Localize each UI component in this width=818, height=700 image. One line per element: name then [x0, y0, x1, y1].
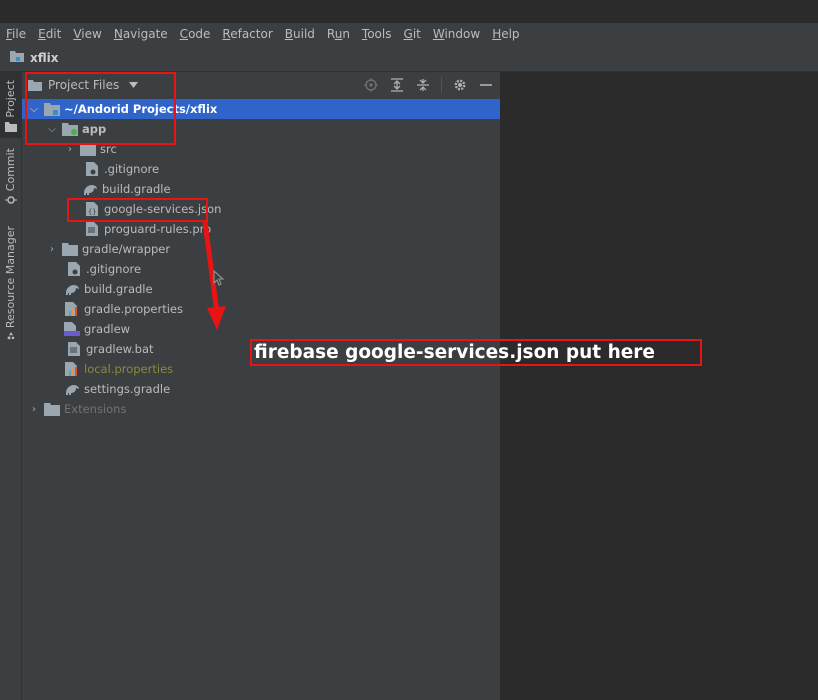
mouse-cursor-icon: [213, 270, 225, 286]
tree-item-label: build.gradle: [84, 282, 153, 296]
locate-icon[interactable]: [363, 77, 379, 93]
menu-bar: File Edit View Navigate Code Refactor Bu…: [0, 23, 818, 44]
menu-run[interactable]: Run: [321, 27, 356, 41]
resource-icon: [7, 332, 14, 340]
menu-build[interactable]: Build: [279, 27, 321, 41]
tree-item-label: .gitignore: [104, 162, 160, 176]
tree-item-gradle-properties[interactable]: gradle.properties: [22, 299, 500, 319]
tree-item-app-gitignore[interactable]: .gitignore: [22, 159, 500, 179]
menu-help[interactable]: Help: [486, 27, 525, 41]
gradle-icon: [82, 181, 98, 197]
tree-item-settings-gradle[interactable]: settings.gradle: [22, 379, 500, 399]
tab-project-label: Project: [4, 80, 17, 118]
breadcrumb-project[interactable]: xflix: [30, 51, 59, 65]
menu-file[interactable]: File: [0, 27, 32, 41]
chevron-right-icon[interactable]: ›: [64, 144, 76, 155]
editor-area[interactable]: [501, 72, 818, 700]
menu-tools[interactable]: Tools: [356, 27, 398, 41]
gear-icon[interactable]: [452, 77, 468, 93]
menu-navigate[interactable]: Navigate: [108, 27, 174, 41]
tree-item-label: gradle.properties: [84, 302, 183, 316]
minimize-icon[interactable]: [478, 77, 494, 93]
tree-item-gradle-wrapper[interactable]: › gradle/wrapper: [22, 239, 500, 259]
gitignore-file-icon: [66, 261, 82, 277]
title-bar: [0, 0, 818, 23]
tree-item-proguard[interactable]: proguard-rules.pro: [22, 219, 500, 239]
tree-item-label: .gitignore: [86, 262, 142, 276]
tab-resource-manager[interactable]: Resource Manager: [0, 226, 21, 340]
tree-item-extensions[interactable]: › Extensions: [22, 399, 500, 419]
tree-item-label: build.gradle: [102, 182, 171, 196]
menu-window[interactable]: Window: [427, 27, 486, 41]
tree-item-gradlew[interactable]: gradlew: [22, 319, 500, 339]
tree-item-label: gradlew: [84, 322, 131, 336]
properties-file-icon: [64, 301, 80, 317]
folder-icon: [62, 241, 78, 257]
menu-code[interactable]: Code: [174, 27, 217, 41]
chevron-right-icon[interactable]: ›: [28, 404, 40, 415]
gitignore-file-icon: [84, 161, 100, 177]
tree-item-gitignore[interactable]: .gitignore: [22, 259, 500, 279]
annotation-callout: firebase google-services.json put here: [250, 339, 702, 366]
tab-resource-manager-label: Resource Manager: [4, 226, 17, 329]
tree-item-build-gradle[interactable]: build.gradle: [22, 279, 500, 299]
collapse-all-icon[interactable]: [415, 77, 431, 93]
menu-git[interactable]: Git: [398, 27, 427, 41]
tab-commit-label: Commit: [4, 148, 17, 192]
annotation-box-google-services: [67, 198, 208, 222]
text-file-icon: [66, 341, 82, 357]
properties-file-icon: [64, 361, 80, 377]
folder-icon: [10, 50, 24, 65]
tool-window-strip: Project Commit Resource Manager: [0, 72, 22, 700]
text-file-icon: [84, 221, 100, 237]
commit-icon: [4, 196, 17, 204]
tab-commit[interactable]: Commit: [0, 148, 21, 208]
annotation-callout-text: firebase google-services.json put here: [254, 342, 655, 363]
tree-item-label: settings.gradle: [84, 382, 171, 396]
folder-icon: [4, 121, 17, 132]
project-panel: Project Files ⌵ ~/Andorid Projects/xflix…: [22, 72, 500, 700]
menu-refactor[interactable]: Refactor: [216, 27, 278, 41]
gradle-icon: [64, 281, 80, 297]
tree-item-app-build-gradle[interactable]: build.gradle: [22, 179, 500, 199]
menu-view[interactable]: View: [67, 27, 107, 41]
tree-item-label: Extensions: [64, 402, 127, 416]
gradle-icon: [64, 381, 80, 397]
breadcrumb: xflix: [0, 44, 818, 72]
folder-icon: [44, 401, 60, 417]
chevron-right-icon[interactable]: ›: [46, 244, 58, 255]
tree-item-label: local.properties: [84, 362, 174, 376]
tab-project[interactable]: Project: [0, 72, 21, 138]
expand-all-icon[interactable]: [389, 77, 405, 93]
script-file-icon: [64, 321, 80, 337]
tree-item-label: gradlew.bat: [86, 342, 154, 356]
annotation-box-project: [25, 72, 176, 145]
tree-item-label: gradle/wrapper: [82, 242, 171, 256]
menu-edit[interactable]: Edit: [32, 27, 67, 41]
